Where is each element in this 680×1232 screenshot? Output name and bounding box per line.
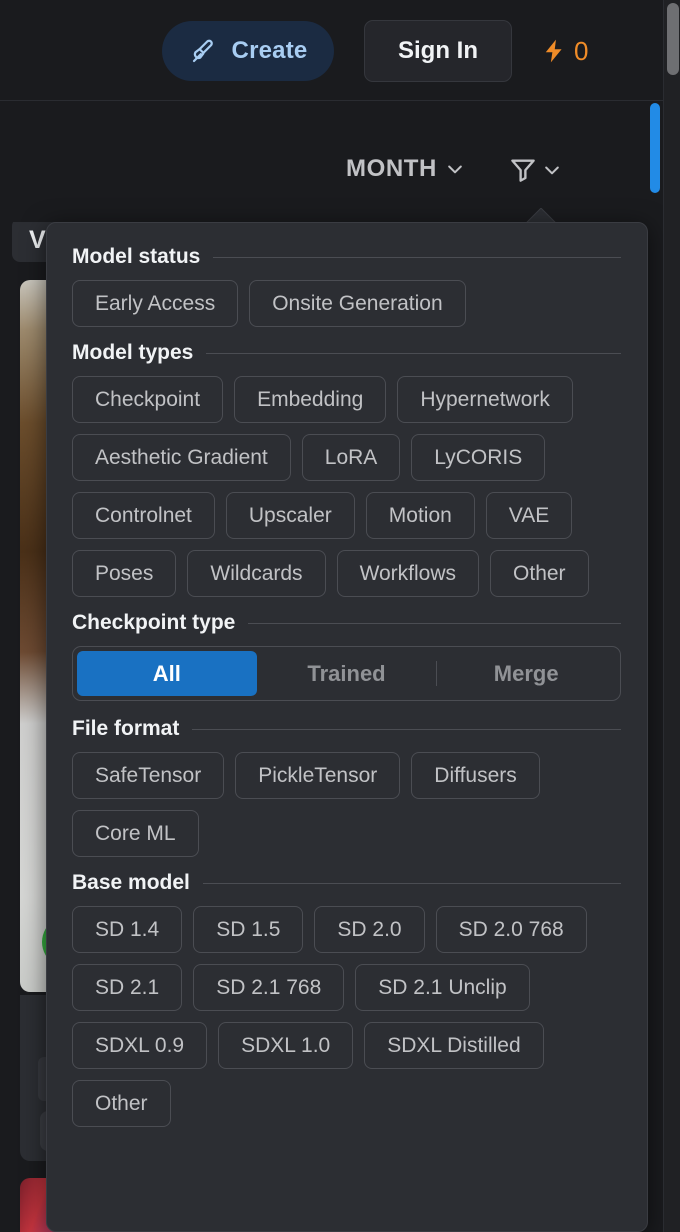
section-title: Model status (72, 245, 201, 268)
section-header-file-format: File format (72, 717, 621, 741)
filter-chip-other[interactable]: Other (72, 1080, 171, 1127)
filter-chip-checkpoint[interactable]: Checkpoint (72, 376, 224, 423)
create-button-label: Create (231, 37, 308, 64)
filter-chip-pickletensor[interactable]: PickleTensor (235, 752, 401, 799)
section-divider (192, 728, 621, 730)
filter-chip-sdxl-0-9[interactable]: SDXL 0.9 (72, 1022, 208, 1069)
period-selector[interactable]: MONTH (346, 155, 465, 183)
section-title: File format (72, 717, 180, 740)
chip-group-model-types: Checkpoint Embedding Hypernetwork Aesthetic… (72, 376, 621, 597)
filter-chip-sd-2-1[interactable]: SD 2.1 (72, 964, 183, 1011)
filter-section-model-status: Model status Early Access Onsite Generatio… (72, 245, 621, 327)
filter-chip-sd-2-1-unclip[interactable]: SD 2.1 Unclip (355, 964, 530, 1011)
filter-chip-poses[interactable]: Poses (72, 550, 177, 597)
filter-chip-sd-1-5[interactable]: SD 1.5 (193, 906, 304, 953)
filter-chip-early-access[interactable]: Early Access (72, 280, 239, 327)
section-header-base-model: Base model (72, 871, 621, 895)
sign-in-label: Sign In (398, 37, 478, 64)
sign-in-button[interactable]: Sign In (364, 20, 512, 82)
segment-option-merge[interactable]: Merge (436, 651, 616, 696)
section-divider (206, 352, 621, 354)
chevron-down-icon (445, 159, 465, 179)
segment-option-all[interactable]: All (77, 651, 257, 696)
filter-chip-other[interactable]: Other (490, 550, 589, 597)
filter-toolbar (0, 101, 663, 222)
filter-chip-core-ml[interactable]: Core ML (72, 810, 199, 857)
filter-section-base-model: Base model SD 1.4 SD 1.5 SD 2.0 SD 2.0 768 SD… (72, 871, 621, 1127)
segment-option-trained[interactable]: Trained (257, 651, 437, 696)
filter-chip-diffusers[interactable]: Diffusers (411, 752, 540, 799)
segmented-control-checkpoint-type: All Trained Merge (72, 646, 621, 701)
buzz-count: 0 (574, 35, 589, 66)
section-title: Model types (72, 341, 194, 364)
filter-chip-sd-2-1-768[interactable]: SD 2.1 768 (193, 964, 345, 1011)
filter-menu-button[interactable] (508, 155, 562, 185)
chip-group-model-status: Early Access Onsite Generation (72, 280, 621, 327)
page-scrollbar-thumb[interactable] (667, 3, 679, 75)
paintbrush-icon (189, 36, 219, 66)
filter-chip-sdxl-distilled[interactable]: SDXL Distilled (364, 1022, 544, 1069)
filter-chip-motion[interactable]: Motion (365, 492, 475, 539)
filter-chip-sd-2-0[interactable]: SD 2.0 (314, 906, 425, 953)
lightning-bolt-icon (541, 36, 567, 66)
section-divider (202, 882, 621, 884)
chip-group-file-format: SafeTensor PickleTensor Diffusers Core ML (72, 752, 621, 857)
section-divider (213, 256, 621, 258)
filter-chip-vae[interactable]: VAE (485, 492, 573, 539)
panel-scrollbar-thumb[interactable] (650, 103, 660, 193)
filter-chip-hypernetwork[interactable]: Hypernetwork (397, 376, 573, 423)
filter-chip-controlnet[interactable]: Controlnet (72, 492, 215, 539)
filter-chip-onsite-generation[interactable]: Onsite Generation (249, 280, 466, 327)
filter-chip-sdxl-1-0[interactable]: SDXL 1.0 (218, 1022, 354, 1069)
period-selector-label: MONTH (346, 155, 437, 182)
buzz-balance[interactable]: 0 (541, 32, 588, 70)
section-header-model-status: Model status (72, 245, 621, 269)
page-scrollbar[interactable] (663, 0, 680, 1232)
create-button[interactable]: Create (162, 21, 334, 81)
top-navigation-bar: Create Sign In 0 (0, 0, 663, 101)
funnel-icon (508, 155, 538, 185)
filter-chip-safetensor[interactable]: SafeTensor (72, 752, 225, 799)
filter-chip-aesthetic-gradient[interactable]: Aesthetic Gradient (72, 434, 291, 481)
filter-sections: Model status Early Access Onsite Generatio… (47, 223, 647, 1127)
filter-chip-embedding[interactable]: Embedding (234, 376, 387, 423)
section-title: Base model (72, 871, 190, 894)
filter-chip-sd-1-4[interactable]: SD 1.4 (72, 906, 183, 953)
filter-chip-workflows[interactable]: Workflows (336, 550, 480, 597)
filter-section-checkpoint-type: Checkpoint type All Trained Merge (72, 611, 621, 701)
filter-chip-wildcards[interactable]: Wildcards (187, 550, 326, 597)
chevron-down-icon (542, 160, 562, 180)
filter-chip-lora[interactable]: LoRA (301, 434, 401, 481)
section-header-model-types: Model types (72, 341, 621, 365)
chip-group-base-model: SD 1.4 SD 1.5 SD 2.0 SD 2.0 768 SD 2.1 SD 2.1… (72, 906, 621, 1127)
filter-section-model-types: Model types Checkpoint Embedding Hypernetwo… (72, 341, 621, 597)
section-header-checkpoint-type: Checkpoint type (72, 611, 621, 635)
filter-dropdown-panel: Model status Early Access Onsite Generatio… (46, 222, 648, 1232)
filter-section-file-format: File format SafeTensor PickleTensor Diffuse… (72, 717, 621, 857)
filter-chip-sd-2-0-768[interactable]: SD 2.0 768 (435, 906, 587, 953)
filter-chip-lycoris[interactable]: LyCORIS (411, 434, 546, 481)
filter-chip-upscaler[interactable]: Upscaler (225, 492, 355, 539)
app-root: V J C Create Sign In (0, 0, 680, 1232)
section-divider (248, 622, 621, 624)
section-title: Checkpoint type (72, 611, 236, 634)
